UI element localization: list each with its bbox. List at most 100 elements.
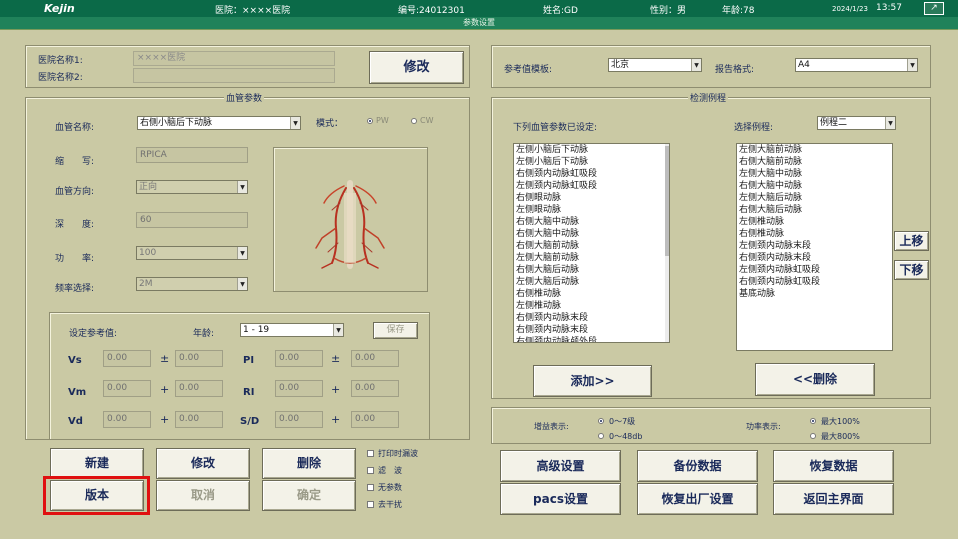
vd-tol-field[interactable]: 0.00 (175, 411, 223, 428)
print-wave-label: 打印时漏波 (378, 449, 418, 458)
chevron-down-icon: ▼ (290, 117, 300, 129)
add-button[interactable]: 添加>> (533, 365, 652, 397)
move-down-button[interactable]: 下移 (894, 260, 929, 280)
print-wave-checkbox[interactable] (367, 450, 374, 457)
cancel-button[interactable]: 取消 (156, 480, 250, 511)
sd-tol-field[interactable]: 0.00 (351, 411, 399, 428)
pi-pm-sign: ± (331, 352, 341, 365)
hospital-name2-field[interactable] (133, 68, 335, 83)
routine-vessels-list[interactable]: 左侧大脑前动脉 右侧大脑前动脉 左侧大脑中动脉 右侧大脑中动脉 左侧大脑后动脉 右侧大脑后… (736, 143, 893, 351)
hospital-name1-field[interactable]: ××××医院 (133, 51, 335, 66)
confirm-button[interactable]: 确定 (262, 480, 356, 511)
backup-data-button[interactable]: 备份数据 (637, 450, 758, 482)
set-vessels-list[interactable]: 左侧小脑后下动脉 左侧小脑后下动脉 右侧颈内动脉虹吸段 左侧颈内动脉虹吸段 右侧眼动脉左… (513, 143, 670, 343)
gain-option1-radio[interactable] (598, 418, 604, 424)
sd-min-field[interactable]: 0.00 (275, 411, 323, 428)
modify-button[interactable]: 修改 (156, 448, 250, 479)
list-item[interactable]: 右侧椎动脉 (737, 228, 892, 240)
corner-button[interactable]: ↗ (924, 2, 944, 15)
list-item[interactable]: 右侧颈内动脉颅外段 (514, 336, 669, 342)
pacs-settings-button[interactable]: pacs设置 (500, 483, 621, 515)
power-option2-radio[interactable] (810, 433, 816, 439)
list-item[interactable]: 右侧大脑前动脉 (737, 156, 892, 168)
no-param-checkbox[interactable] (367, 484, 374, 491)
vm-label: Vm (68, 387, 87, 398)
mode-cw-radio[interactable] (411, 118, 417, 124)
sd-label: S/D (240, 416, 260, 427)
scrollbar-thumb[interactable] (665, 146, 669, 256)
list-item[interactable]: 右侧大脑中动脉 (737, 180, 892, 192)
chevron-down-icon: ▼ (237, 278, 247, 290)
list-item[interactable]: 右侧颈内动脉虹吸段 (514, 168, 669, 180)
vs-min-field[interactable]: 0.00 (103, 350, 151, 367)
list-item[interactable]: 左侧颈内动脉虹吸段 (737, 264, 892, 276)
ri-min-field[interactable]: 0.00 (275, 380, 323, 397)
vd-min-field[interactable]: 0.00 (103, 411, 151, 428)
freq-select[interactable]: 2M ▼ (136, 277, 248, 291)
scrollbar[interactable] (665, 144, 669, 342)
report-select[interactable]: A4 ▼ (795, 58, 918, 72)
list-item[interactable]: 左侧大脑后动脉 (737, 192, 892, 204)
template-select[interactable]: 北京 ▼ (608, 58, 702, 72)
list-item[interactable]: 右侧眼动脉 (514, 192, 669, 204)
list-item[interactable]: 右侧颈内动脉末段 (737, 252, 892, 264)
vm-min-field[interactable]: 0.00 (103, 380, 151, 397)
restore-data-button[interactable]: 恢复数据 (773, 450, 894, 482)
gain-option2-label: 0～48db (609, 432, 643, 441)
list-item[interactable]: 右侧大脑中动脉 (514, 216, 669, 228)
gain-option2-radio[interactable] (598, 433, 604, 439)
hospital-modify-button[interactable]: 修改 (369, 51, 464, 84)
list-item[interactable]: 右侧椎动脉 (514, 288, 669, 300)
depth-field[interactable]: 60 (136, 212, 248, 228)
list-item[interactable]: 左侧颈内动脉末段 (737, 240, 892, 252)
list-item[interactable]: 右侧大脑后动脉 (514, 264, 669, 276)
list-item[interactable]: 右侧颈内动脉末段 (514, 324, 669, 336)
vm-tol-field[interactable]: 0.00 (175, 380, 223, 397)
filter-checkbox[interactable] (367, 467, 374, 474)
list-item[interactable]: 左侧椎动脉 (514, 300, 669, 312)
freq-value: 2M (139, 279, 153, 289)
list-item[interactable]: 左侧眼动脉 (514, 204, 669, 216)
direction-select[interactable]: 正向 ▼ (136, 180, 248, 194)
mode-pw-radio[interactable] (367, 118, 373, 124)
list-item[interactable]: 左侧大脑中动脉 (737, 168, 892, 180)
ri-tol-field[interactable]: 0.00 (351, 380, 399, 397)
vessel-name-select[interactable]: 右侧小脑后下动脉 ▼ (137, 116, 301, 130)
list-item[interactable]: 右侧颈内动脉虹吸段 (737, 276, 892, 288)
delete-button[interactable]: 删除 (262, 448, 356, 479)
list-item[interactable]: 左侧大脑后动脉 (514, 276, 669, 288)
save-button[interactable]: 保存 (373, 322, 418, 339)
new-button[interactable]: 新建 (50, 448, 144, 479)
list-item[interactable]: 左侧小脑后下动脉 (514, 144, 669, 156)
routine-select[interactable]: 例程二 ▼ (817, 116, 896, 130)
list-item[interactable]: 左侧大脑前动脉 (737, 144, 892, 156)
list-item[interactable]: 基底动脉 (737, 288, 892, 300)
depth-label: 深 度: (55, 220, 95, 230)
age-select[interactable]: 1 - 19 ▼ (240, 323, 344, 337)
divider (0, 29, 958, 30)
list-item[interactable]: 右侧大脑后动脉 (737, 204, 892, 216)
factory-reset-button[interactable]: 恢复出厂设置 (637, 483, 758, 515)
vs-tol-field[interactable]: 0.00 (175, 350, 223, 367)
return-main-button[interactable]: 返回主界面 (773, 483, 894, 515)
mode-cw-label: CW (420, 116, 434, 125)
list-item[interactable]: 左侧小脑后下动脉 (514, 156, 669, 168)
remove-button[interactable]: <<删除 (755, 363, 875, 396)
list-item[interactable]: 左侧颈内动脉虹吸段 (514, 180, 669, 192)
abbr-field[interactable]: RPICA (136, 147, 248, 163)
list-item[interactable]: 右侧大脑中动脉 (514, 228, 669, 240)
hospital-name1-label: 医院名称1: (38, 56, 83, 66)
list-item[interactable]: 左侧大脑前动脉 (514, 252, 669, 264)
pi-tol-field[interactable]: 0.00 (351, 350, 399, 367)
list-item[interactable]: 右侧颈内动脉末段 (514, 312, 669, 324)
list-item[interactable]: 右侧大脑前动脉 (514, 240, 669, 252)
pi-min-field[interactable]: 0.00 (275, 350, 323, 367)
advanced-settings-button[interactable]: 高级设置 (500, 450, 621, 482)
move-up-button[interactable]: 上移 (894, 231, 929, 251)
anti-interference-checkbox[interactable] (367, 501, 374, 508)
chevron-down-icon: ▼ (691, 59, 701, 71)
power-option1-radio[interactable] (810, 418, 816, 424)
power-select[interactable]: 100 ▼ (136, 246, 248, 260)
list-item[interactable]: 左侧椎动脉 (737, 216, 892, 228)
power-display-label: 功率表示: (746, 422, 781, 431)
